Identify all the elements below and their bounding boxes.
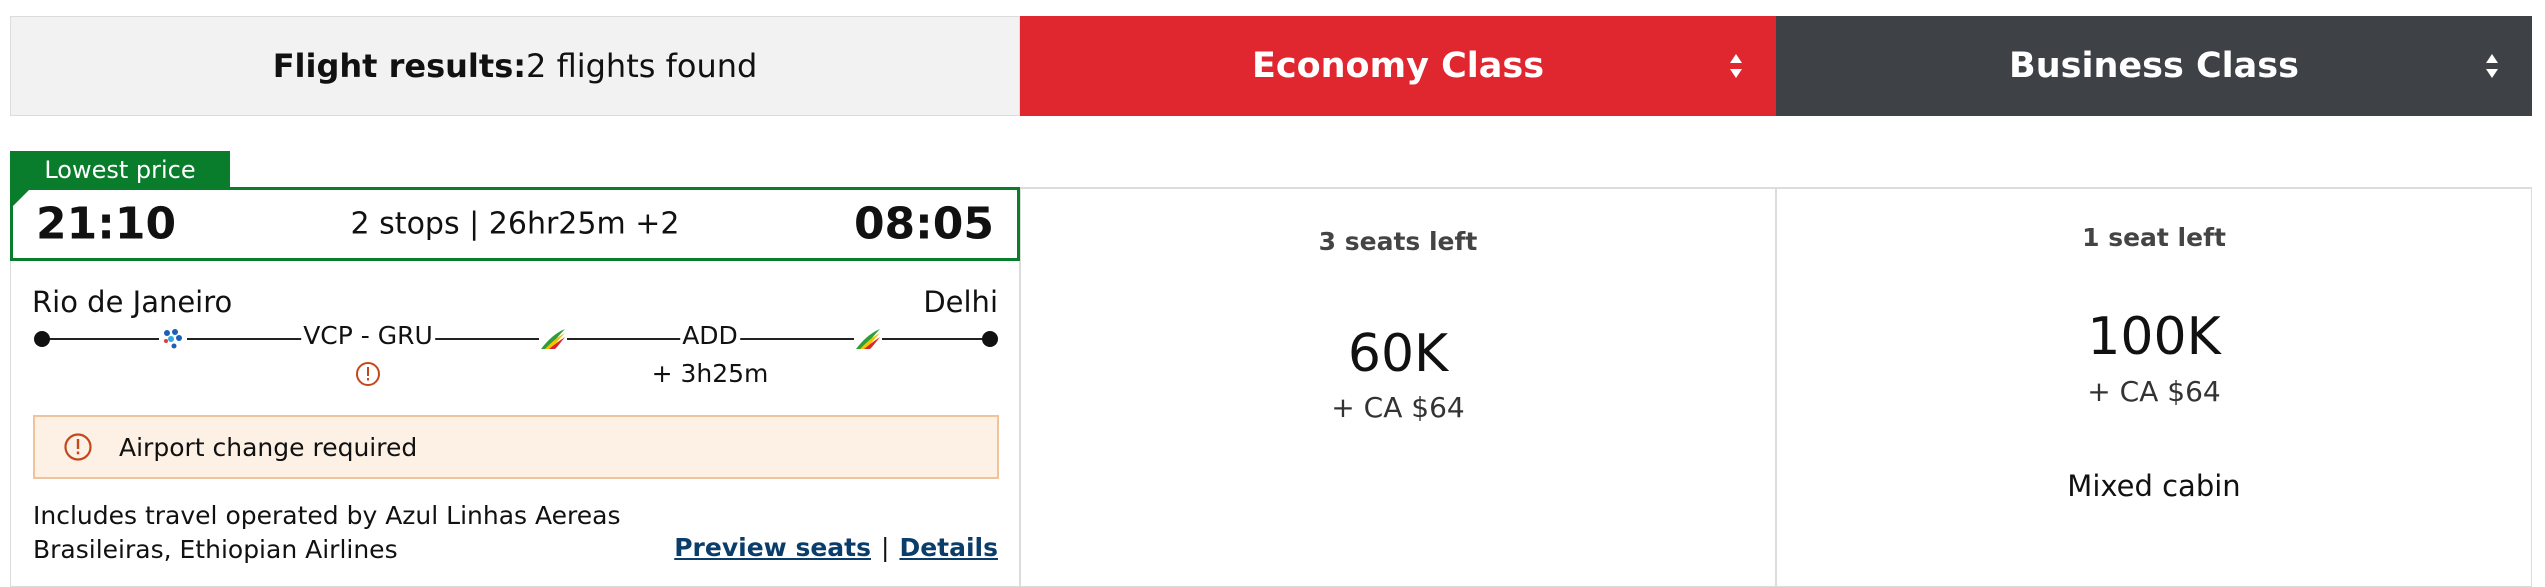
operated-by-text: Includes travel operated by Azul Linhas … [33, 501, 621, 564]
azul-logo-icon [159, 325, 187, 353]
destination-dot [982, 331, 998, 347]
fare-tax: + CA $64 [1331, 391, 1465, 424]
results-label: Flight results: [272, 47, 527, 85]
seats-left: 1 seat left [2082, 223, 2226, 252]
economy-class-sort-button[interactable]: Economy Class [1020, 16, 1776, 116]
mixed-cabin-note: Mixed cabin [2067, 469, 2241, 503]
preview-seats-link[interactable]: Preview seats [674, 533, 871, 562]
business-class-sort-button[interactable]: Business Class [1776, 16, 2532, 116]
link-divider: | [881, 533, 890, 562]
seats-left: 3 seats left [1318, 227, 1478, 256]
fare-points: 60K [1347, 324, 1449, 384]
details-link[interactable]: Details [899, 533, 998, 562]
ethiopian-logo-icon [854, 325, 882, 353]
fare-points: 100K [2087, 307, 2221, 367]
sort-updown-icon [1730, 54, 1742, 78]
results-summary: Flight results: 2 flights found [10, 16, 1020, 116]
card-links: Preview seats | Details [674, 533, 998, 562]
badge-corner [10, 187, 32, 209]
arrival-time: 08:05 [853, 198, 994, 250]
stops-duration: 2 stops | 26hr25m +2 [350, 206, 680, 242]
sort-updown-icon [2486, 54, 2498, 78]
destination-city: Delhi [923, 285, 998, 319]
economy-fare-cell[interactable]: 3 seats left 60K + CA $64 [1020, 187, 1776, 587]
origin-city: Rio de Janeiro [32, 285, 233, 319]
ethiopian-logo-icon [539, 325, 567, 353]
alert-text: Airport change required [119, 432, 418, 462]
origin-dot [34, 331, 50, 347]
alert-circle-icon [356, 362, 380, 386]
lowest-price-badge: Lowest price [10, 151, 230, 188]
economy-class-label: Economy Class [1251, 46, 1545, 86]
route-timeline: VCP - GRU ADD + 3h25m [11, 321, 1021, 401]
departure-time: 21:10 [36, 198, 177, 250]
airport-change-alert: Airport change required [33, 415, 999, 479]
business-fare-cell[interactable]: 1 seat left 100K + CA $64 Mixed cabin [1776, 187, 2532, 587]
flight-details-panel: Rio de Janeiro Delhi VCP - GRU ADD + 3h2… [10, 261, 1020, 587]
layover-duration: + 3h25m [651, 359, 769, 388]
fare-tax: + CA $64 [2087, 375, 2221, 408]
connection-label: ADD [680, 321, 740, 350]
alert-circle-icon [64, 433, 92, 461]
business-class-label: Business Class [2009, 46, 2299, 86]
flight-summary: 21:10 2 stops | 26hr25m +2 08:05 [10, 187, 1020, 261]
connection-label: VCP - GRU [301, 321, 435, 350]
results-count: 2 flights found [526, 47, 758, 85]
